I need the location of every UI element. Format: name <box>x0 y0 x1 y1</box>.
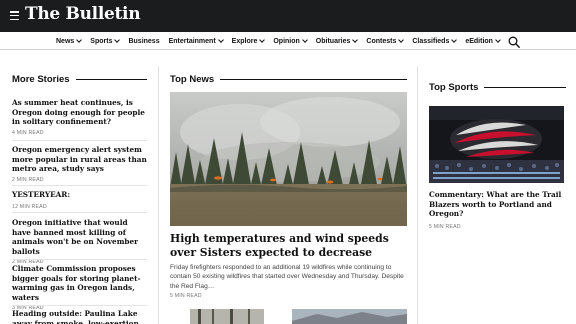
top-sports-header: Top Sports <box>429 82 566 93</box>
more-stories-header: More Stories <box>12 74 147 85</box>
nav-item-label: Contests <box>366 37 397 45</box>
wildfire-photo[interactable] <box>170 92 407 226</box>
column-divider <box>417 66 418 324</box>
top-news-header: Top News <box>170 74 407 85</box>
section-rule <box>484 87 566 88</box>
nav-item-sports[interactable]: Sports <box>90 37 121 45</box>
divider <box>12 140 147 141</box>
nav-item-label: News <box>56 37 75 45</box>
nav-item-label: Business <box>128 37 160 45</box>
story-thumbnail[interactable] <box>292 309 407 324</box>
story-headline[interactable]: Oregon initiative that would have banned… <box>12 218 147 256</box>
nav-item-label: Obituaries <box>315 37 351 45</box>
top-news-title: Top News <box>170 74 215 85</box>
section-rule <box>220 79 407 80</box>
story-headline[interactable]: YESTERYEAR: <box>12 190 147 200</box>
trail-blazers-arena-photo[interactable] <box>429 106 564 183</box>
nav-item-eedition[interactable]: eEdition <box>465 37 501 45</box>
top-news-summary: Friday firefighters responded to an addi… <box>170 264 404 290</box>
list-item[interactable]: Oregon emergency alert system more popul… <box>12 145 147 183</box>
chevron-down-icon <box>495 37 501 43</box>
nav-item-label: eEdition <box>465 37 493 45</box>
nav-item-opinion[interactable]: Opinion <box>273 37 308 45</box>
nav-item-label: Explore <box>231 37 258 45</box>
section-rule <box>75 79 147 80</box>
more-stories-title: More Stories <box>12 74 70 85</box>
nav-item-obituaries[interactable]: Obituaries <box>315 37 359 45</box>
chevron-down-icon <box>301 37 308 43</box>
nav-item-contests[interactable]: Contests <box>366 37 405 45</box>
search-icon[interactable] <box>508 36 520 48</box>
nav-items: News Sports Business Entertainment Explore Op… <box>56 32 509 50</box>
chevron-down-icon <box>217 37 224 43</box>
top-sports-title: Top Sports <box>429 82 479 93</box>
nav-item-news[interactable]: News <box>56 37 83 45</box>
nav-item-entertainment[interactable]: Entertainment <box>168 37 224 45</box>
divider <box>12 259 147 260</box>
nav-item-label: Entertainment <box>168 37 216 45</box>
nav-item-label: Classifieds <box>412 37 450 45</box>
read-time: 4 MIN READ <box>12 129 44 136</box>
nav-item-explore[interactable]: Explore <box>231 37 266 45</box>
hamburger-menu-icon[interactable] <box>10 11 19 21</box>
read-time: 5 MIN READ <box>170 293 202 299</box>
list-item[interactable]: As summer heat continues, is Oregon doin… <box>12 98 147 136</box>
nav-item-business[interactable]: Business <box>128 38 159 45</box>
chevron-down-icon <box>259 37 266 43</box>
divider <box>12 305 147 306</box>
chevron-down-icon <box>114 37 121 43</box>
list-item[interactable]: Heading outside: Paulina Lake away from … <box>12 309 147 324</box>
site-logo[interactable]: The Bulletin <box>25 4 141 24</box>
masthead: The Bulletin <box>0 0 576 32</box>
divider <box>12 212 147 213</box>
read-time: 2 MIN READ <box>12 176 44 183</box>
chevron-down-icon <box>352 37 359 43</box>
top-sports-headline[interactable]: Commentary: What are the Trail Blazers w… <box>429 190 566 219</box>
story-headline[interactable]: Climate Commission proposes bigger goals… <box>12 264 147 302</box>
nav-item-classifieds[interactable]: Classifieds <box>412 37 458 45</box>
story-headline[interactable]: Heading outside: Paulina Lake away from … <box>12 309 147 324</box>
main-nav: News Sports Business Entertainment Explore Op… <box>0 32 576 50</box>
nav-item-label: Opinion <box>273 37 300 45</box>
read-time: 5 MIN READ <box>429 224 461 230</box>
chevron-down-icon <box>451 37 458 43</box>
column-divider <box>158 66 159 324</box>
chevron-down-icon <box>398 37 405 43</box>
list-item[interactable]: YESTERYEAR: 12 MIN READ <box>12 190 147 210</box>
top-news-headline[interactable]: High temperatures and wind speeds over S… <box>170 232 410 259</box>
nav-item-label: Sports <box>90 37 113 45</box>
divider <box>12 185 147 186</box>
story-thumbnail[interactable] <box>190 309 264 324</box>
read-time: 12 MIN READ <box>12 203 47 210</box>
story-headline[interactable]: Oregon emergency alert system more popul… <box>12 145 147 174</box>
story-headline[interactable]: As summer heat continues, is Oregon doin… <box>12 98 147 127</box>
chevron-down-icon <box>76 37 83 43</box>
